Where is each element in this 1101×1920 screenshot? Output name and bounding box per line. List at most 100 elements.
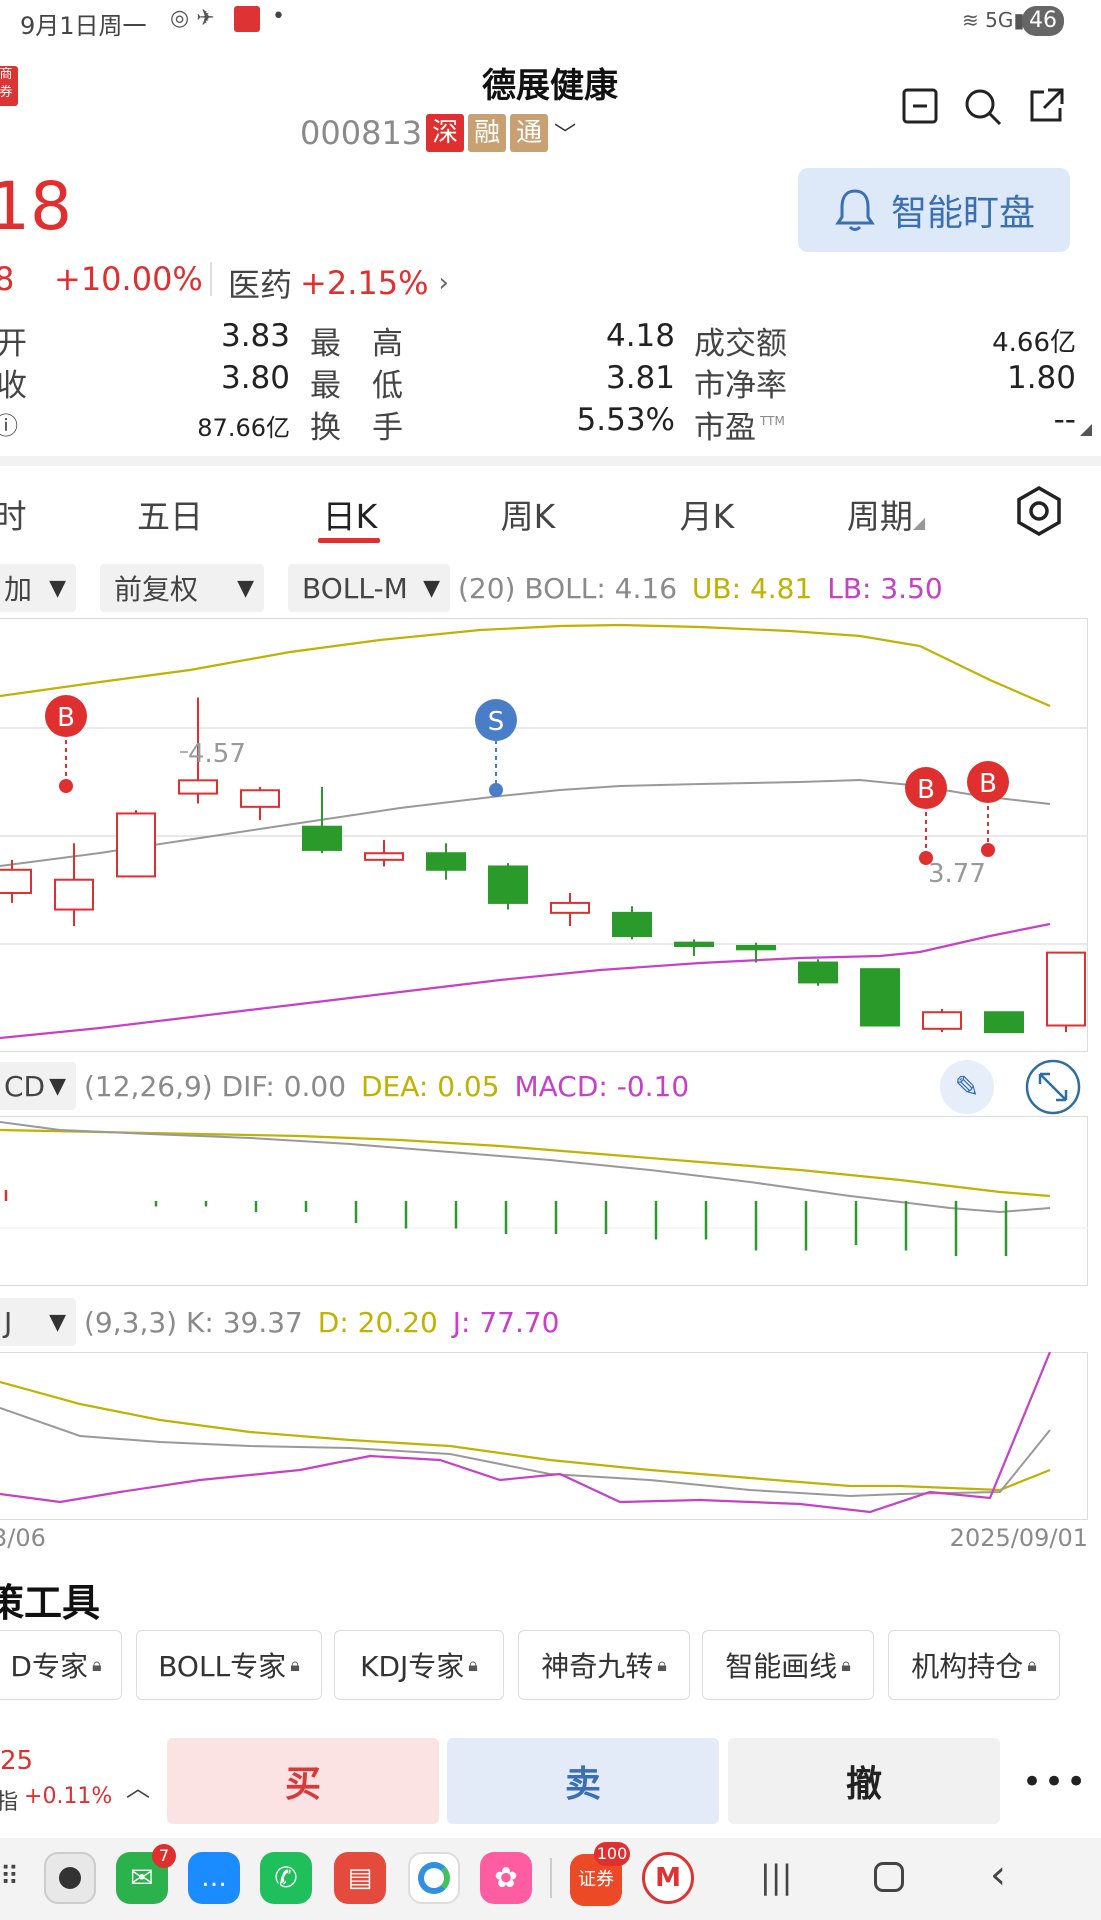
broker-status-icon xyxy=(234,6,260,32)
caret-down-icon: ▼ xyxy=(49,1073,66,1099)
sell-button[interactable]: 卖 xyxy=(447,1738,719,1824)
tab-five-day[interactable]: 五日 xyxy=(120,490,220,538)
sell-signal-label: S xyxy=(488,707,505,737)
amount-label: 成交额 xyxy=(694,326,787,362)
tool-smart-draw[interactable]: 智能画线 🔒︎ xyxy=(702,1630,874,1700)
lock-icon: 🔒︎ xyxy=(290,1654,300,1676)
apps-grid-icon[interactable]: ⠿ xyxy=(0,1862,19,1892)
smart-watch-button[interactable]: 智能盯盘 xyxy=(798,168,1070,252)
battery-badge: 46 xyxy=(1022,6,1064,36)
candle-body xyxy=(612,911,652,938)
stock-name: 德展健康 xyxy=(482,66,618,106)
candle-body xyxy=(116,812,156,878)
quote-row-3: ⓘ 87.66亿 换 手 5.53% 市盈 TTM -- xyxy=(0,402,1101,446)
kdj-j-line xyxy=(0,1352,1052,1514)
adjust-dropdown-label: 前复权 xyxy=(114,573,199,606)
indicator-dropdown[interactable]: BOLL-M ▼ xyxy=(288,564,450,612)
macd-bars-group xyxy=(4,1190,1008,1256)
boll-values: (20) BOLL: 4.16 UB: 4.81 LB: 3.50 xyxy=(458,572,943,605)
macd-dea-line xyxy=(0,1128,1051,1198)
candle-body xyxy=(550,901,590,914)
macd-dea: DEA: 0.05 xyxy=(360,1070,500,1103)
cmb-bank-icon[interactable]: M xyxy=(642,1852,694,1904)
section-divider xyxy=(0,456,1101,466)
open-label: 开 xyxy=(0,326,27,362)
ttm-label: TTM xyxy=(760,414,785,428)
buy-signal-label: B xyxy=(979,769,997,799)
expand-corner-icon[interactable] xyxy=(1080,424,1092,436)
overlay-dropdown[interactable]: 加 ▼ xyxy=(0,564,76,612)
tab-period-label: 周期 xyxy=(846,497,913,536)
lock-icon: 🔒︎ xyxy=(1027,1654,1037,1676)
candle-body xyxy=(984,1011,1024,1034)
tab-monthly-k[interactable]: 月K xyxy=(657,490,757,538)
signal-dot xyxy=(981,843,995,857)
quote-row-1: 开 3.83 最 高 4.18 成交额 4.66亿 xyxy=(0,318,1101,362)
phone-app-icon[interactable]: ✆ xyxy=(260,1852,312,1904)
tool-kdj-expert[interactable]: KDJ专家 🔒︎ xyxy=(334,1630,504,1700)
share-icon[interactable] xyxy=(1024,84,1068,128)
adjust-dropdown[interactable]: 前复权 ▼ xyxy=(100,564,264,612)
kdj-dropdown-label: J xyxy=(4,1305,13,1339)
more-icon[interactable]: ••• xyxy=(1022,1762,1088,1802)
notes-app-icon[interactable]: ▤ xyxy=(334,1852,386,1904)
recent-apps-icon[interactable]: ||| xyxy=(760,1858,792,1896)
macd-chart[interactable] xyxy=(0,1116,1090,1286)
home-icon[interactable] xyxy=(874,1862,904,1892)
settings-icon[interactable] xyxy=(1012,484,1066,538)
tab-period[interactable]: 周期◢ xyxy=(830,490,942,538)
cancel-button[interactable]: 撤 xyxy=(728,1738,1000,1824)
tool-macd-expert[interactable]: D专家 🔒︎ xyxy=(0,1630,122,1700)
corner-triangle-icon: ◢ xyxy=(912,513,926,532)
minimize-icon[interactable] xyxy=(898,84,942,128)
tab-intraday[interactable]: 时 xyxy=(0,490,30,538)
quote-row-2: 收 3.80 最 低 3.81 市净率 1.80 xyxy=(0,360,1101,404)
fullscreen-icon[interactable] xyxy=(1024,1058,1082,1116)
network-label: 5G xyxy=(985,8,1014,32)
index-percent: +0.11% xyxy=(24,1784,113,1809)
buy-button[interactable]: 买 xyxy=(167,1738,439,1824)
messages-app-icon[interactable]: … xyxy=(188,1852,240,1904)
sector-link[interactable]: 医药 +2.15% › xyxy=(228,260,449,306)
candle-body xyxy=(0,868,32,894)
kdj-values: (9,3,3) K: 39.37 D: 20.20 J: 77.70 xyxy=(84,1306,559,1339)
gallery-app-icon[interactable]: ✿ xyxy=(480,1852,532,1904)
wifi-signal-icon: ≋ 5G▮ xyxy=(962,8,1025,32)
candle-body xyxy=(302,825,342,851)
close-value: 3.80 xyxy=(220,360,290,396)
tag-shen: 深 xyxy=(426,114,465,152)
kdj-chart[interactable] xyxy=(0,1352,1090,1520)
stock-code-row[interactable]: 000813 深 融 通 ﹀ xyxy=(300,112,576,154)
tool-label: 智能画线 xyxy=(725,1650,838,1683)
tab-daily-k[interactable]: 日K xyxy=(300,490,400,538)
back-icon[interactable]: ‹ xyxy=(990,1852,1006,1898)
edge-browser-icon[interactable] xyxy=(408,1852,460,1904)
info-icon[interactable]: ⓘ xyxy=(0,406,18,441)
boll-mid-line xyxy=(0,778,1051,867)
kdj-d: D: 20.20 xyxy=(317,1306,438,1339)
pb-label: 市净率 xyxy=(694,368,787,404)
tool-boll-expert[interactable]: BOLL专家 🔒︎ xyxy=(136,1630,322,1700)
index-change[interactable]: 指 +0.11% xyxy=(0,1784,112,1816)
camera-icon[interactable] xyxy=(44,1852,96,1904)
market-cap-value: 87.66亿 xyxy=(197,414,290,442)
pencil-icon[interactable]: ✎ xyxy=(940,1060,994,1114)
sector-name: 医药 xyxy=(228,266,293,304)
low-value: 3.81 xyxy=(605,360,675,396)
candle-body xyxy=(674,941,714,947)
macd-dropdown[interactable]: CD ▼ xyxy=(0,1062,76,1110)
kline-chart[interactable]: B S B B 4.57 3.77 xyxy=(0,618,1090,1052)
chevron-down-icon: ﹀ xyxy=(554,123,577,148)
broker-logo[interactable]: 商券 xyxy=(0,66,18,106)
macd-values: (12,26,9) DIF: 0.00 DEA: 0.05 MACD: -0.1… xyxy=(84,1070,689,1103)
macd-params: (12,26,9) DIF: 0.00 xyxy=(84,1070,347,1103)
tool-magic-nine[interactable]: 神奇九转 🔒︎ xyxy=(518,1630,690,1700)
tool-institution-holdings[interactable]: 机构持仓 🔒︎ xyxy=(888,1630,1060,1700)
kdj-dropdown[interactable]: J ▼ xyxy=(0,1298,76,1346)
signal-dot xyxy=(489,783,503,797)
search-icon[interactable] xyxy=(960,84,1004,128)
stock-code: 000813 xyxy=(300,114,423,152)
overlay-dropdown-label: 加 xyxy=(4,573,33,606)
tab-weekly-k[interactable]: 周K xyxy=(478,490,578,538)
chevron-up-icon[interactable]: ︿ xyxy=(126,1768,150,1803)
